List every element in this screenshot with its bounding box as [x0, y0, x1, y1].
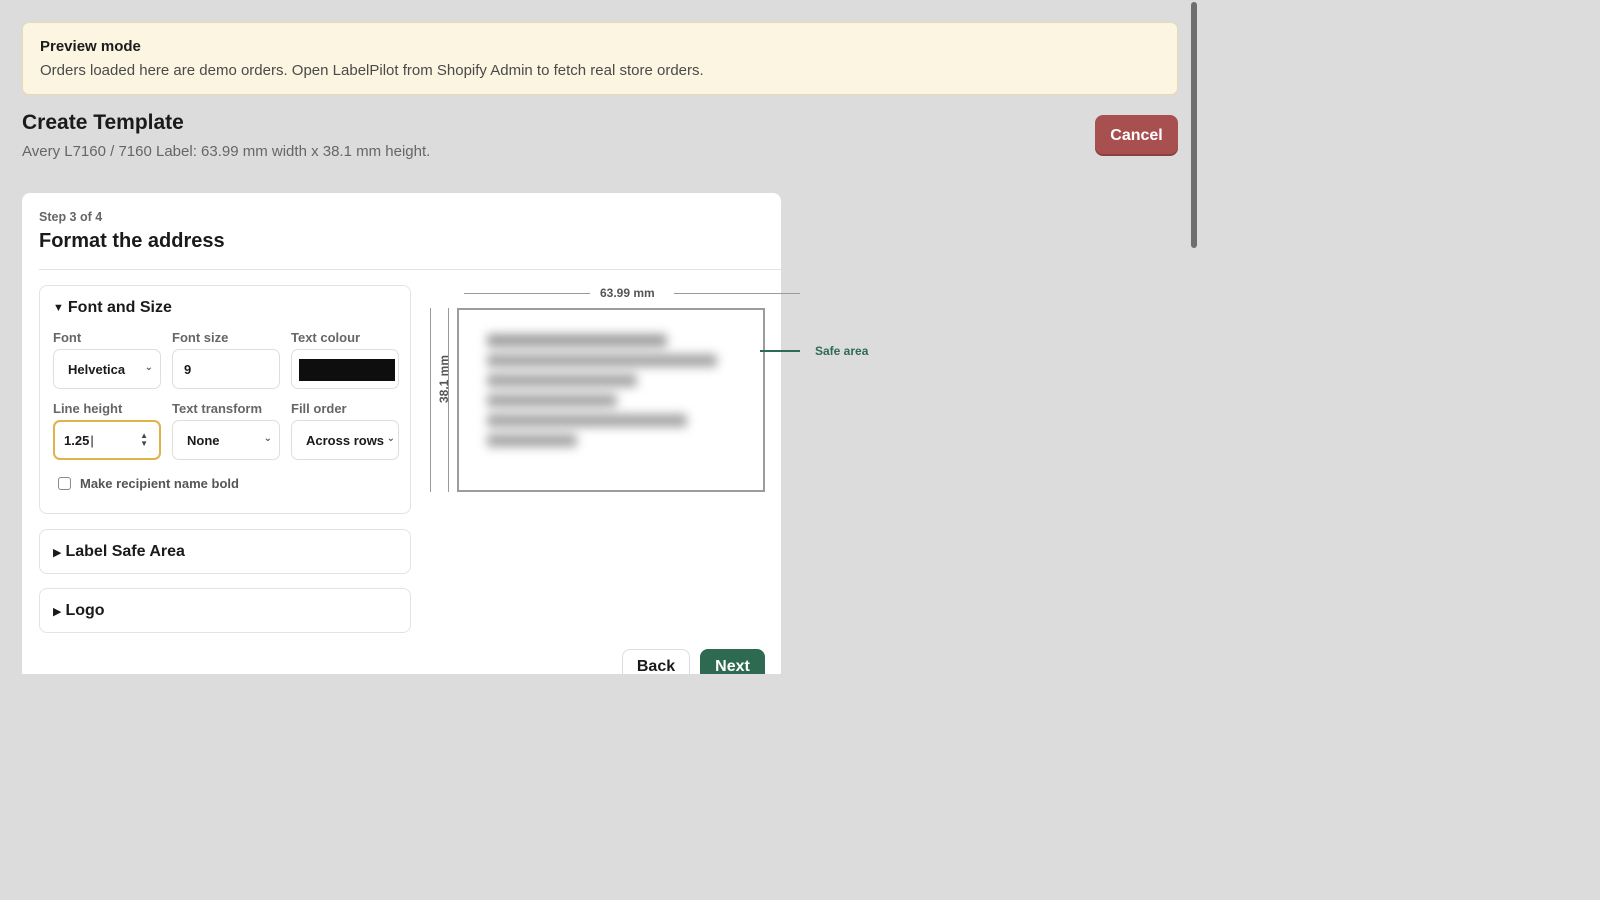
chevron-down-icon: ⌄	[144, 362, 153, 373]
content-viewport: Step 3 of 4 Format the address ▼ Font an…	[0, 0, 1600, 674]
caret-right-icon: ▶	[53, 605, 62, 618]
font-and-size-toggle[interactable]: ▼ Font and Size	[53, 299, 172, 317]
safe-area-label: Safe area	[815, 344, 869, 358]
label-safe-area-panel[interactable]: ▶ Label Safe Area	[39, 529, 411, 574]
font-size-label: Font size	[172, 330, 229, 345]
next-button[interactable]: Next	[700, 649, 765, 674]
safe-area-indicator-line	[760, 350, 800, 352]
font-and-size-panel: ▼ Font and Size Font Helvetica ⌄ Font si…	[39, 285, 411, 514]
label-safe-area-title: Label Safe Area	[65, 543, 185, 560]
line-height-label: Line height	[53, 401, 123, 416]
label-safe-area-toggle[interactable]: ▶ Label Safe Area	[53, 543, 185, 561]
font-size-value: 9	[184, 361, 192, 377]
fill-order-value: Across rows	[306, 432, 385, 448]
font-and-size-title: Font and Size	[67, 299, 172, 316]
text-transform-label: Text transform	[172, 401, 263, 416]
height-dimension-line	[430, 308, 431, 492]
chevron-down-icon: ⌄	[386, 433, 395, 444]
font-label: Font	[53, 330, 82, 345]
caret-right-icon: ▶	[53, 546, 62, 559]
back-button[interactable]: Back	[622, 649, 690, 674]
width-dimension-line	[464, 293, 590, 294]
height-dimension-label: 38.1 mm	[437, 354, 452, 404]
bold-recipient-label[interactable]: Make recipient name bold	[80, 476, 239, 491]
logo-title: Logo	[65, 602, 105, 619]
stepper-icon[interactable]: ▲ ▼	[140, 432, 148, 448]
font-select-value: Helvetica	[68, 361, 126, 377]
text-transform-select[interactable]: None ⌄	[172, 420, 280, 460]
logo-toggle[interactable]: ▶ Logo	[53, 602, 105, 620]
line-height-value: 1.25	[64, 432, 90, 448]
blurred-address-preview	[477, 324, 739, 474]
font-select[interactable]: Helvetica ⌄	[53, 349, 161, 389]
fill-order-label: Fill order	[291, 401, 347, 416]
text-colour-picker[interactable]	[291, 349, 399, 389]
bold-recipient-checkbox[interactable]	[58, 477, 71, 490]
text-transform-value: None	[187, 432, 220, 448]
font-size-input[interactable]: 9	[172, 349, 280, 389]
fill-order-select[interactable]: Across rows ⌄	[291, 420, 399, 460]
caret-down-icon: ▼	[53, 302, 64, 314]
step-title: Format the address	[39, 230, 225, 252]
text-colour-label: Text colour	[291, 330, 361, 345]
width-dimension-label: 63.99 mm	[600, 286, 655, 300]
chevron-down-icon: ⌄	[263, 433, 272, 444]
line-height-input[interactable]: 1.25 | ▲ ▼	[53, 420, 161, 460]
logo-panel[interactable]: ▶ Logo	[39, 588, 411, 633]
divider	[39, 269, 781, 270]
label-preview	[457, 308, 765, 492]
colour-swatch	[299, 359, 395, 381]
step-indicator: Step 3 of 4	[39, 210, 103, 224]
width-dimension-line	[674, 293, 800, 294]
